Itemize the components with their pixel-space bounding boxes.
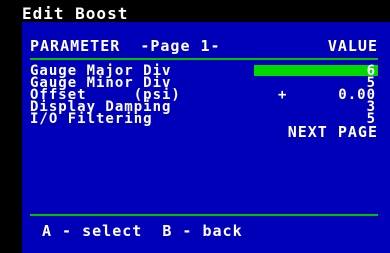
screen-title: Edit Boost (22, 4, 129, 23)
parameter-column-label: PARAMETER (30, 37, 121, 55)
header-divider (30, 58, 378, 60)
selection-highlight (254, 65, 378, 76)
row-label: I/O Filtering (30, 111, 153, 127)
next-page-button[interactable]: NEXT PAGE (288, 125, 378, 140)
footer-hint: A - select B - back (42, 222, 243, 240)
header-parameter-page: PARAMETER -Page 1- (30, 39, 221, 54)
footer-divider (30, 214, 378, 216)
title-bar: Edit Boost (0, 0, 390, 22)
page-indicator: -Page 1- (140, 37, 221, 55)
parameter-panel: PARAMETER -Page 1- VALUE Gauge Major Div… (22, 22, 390, 253)
value-column-label: VALUE (327, 37, 378, 55)
